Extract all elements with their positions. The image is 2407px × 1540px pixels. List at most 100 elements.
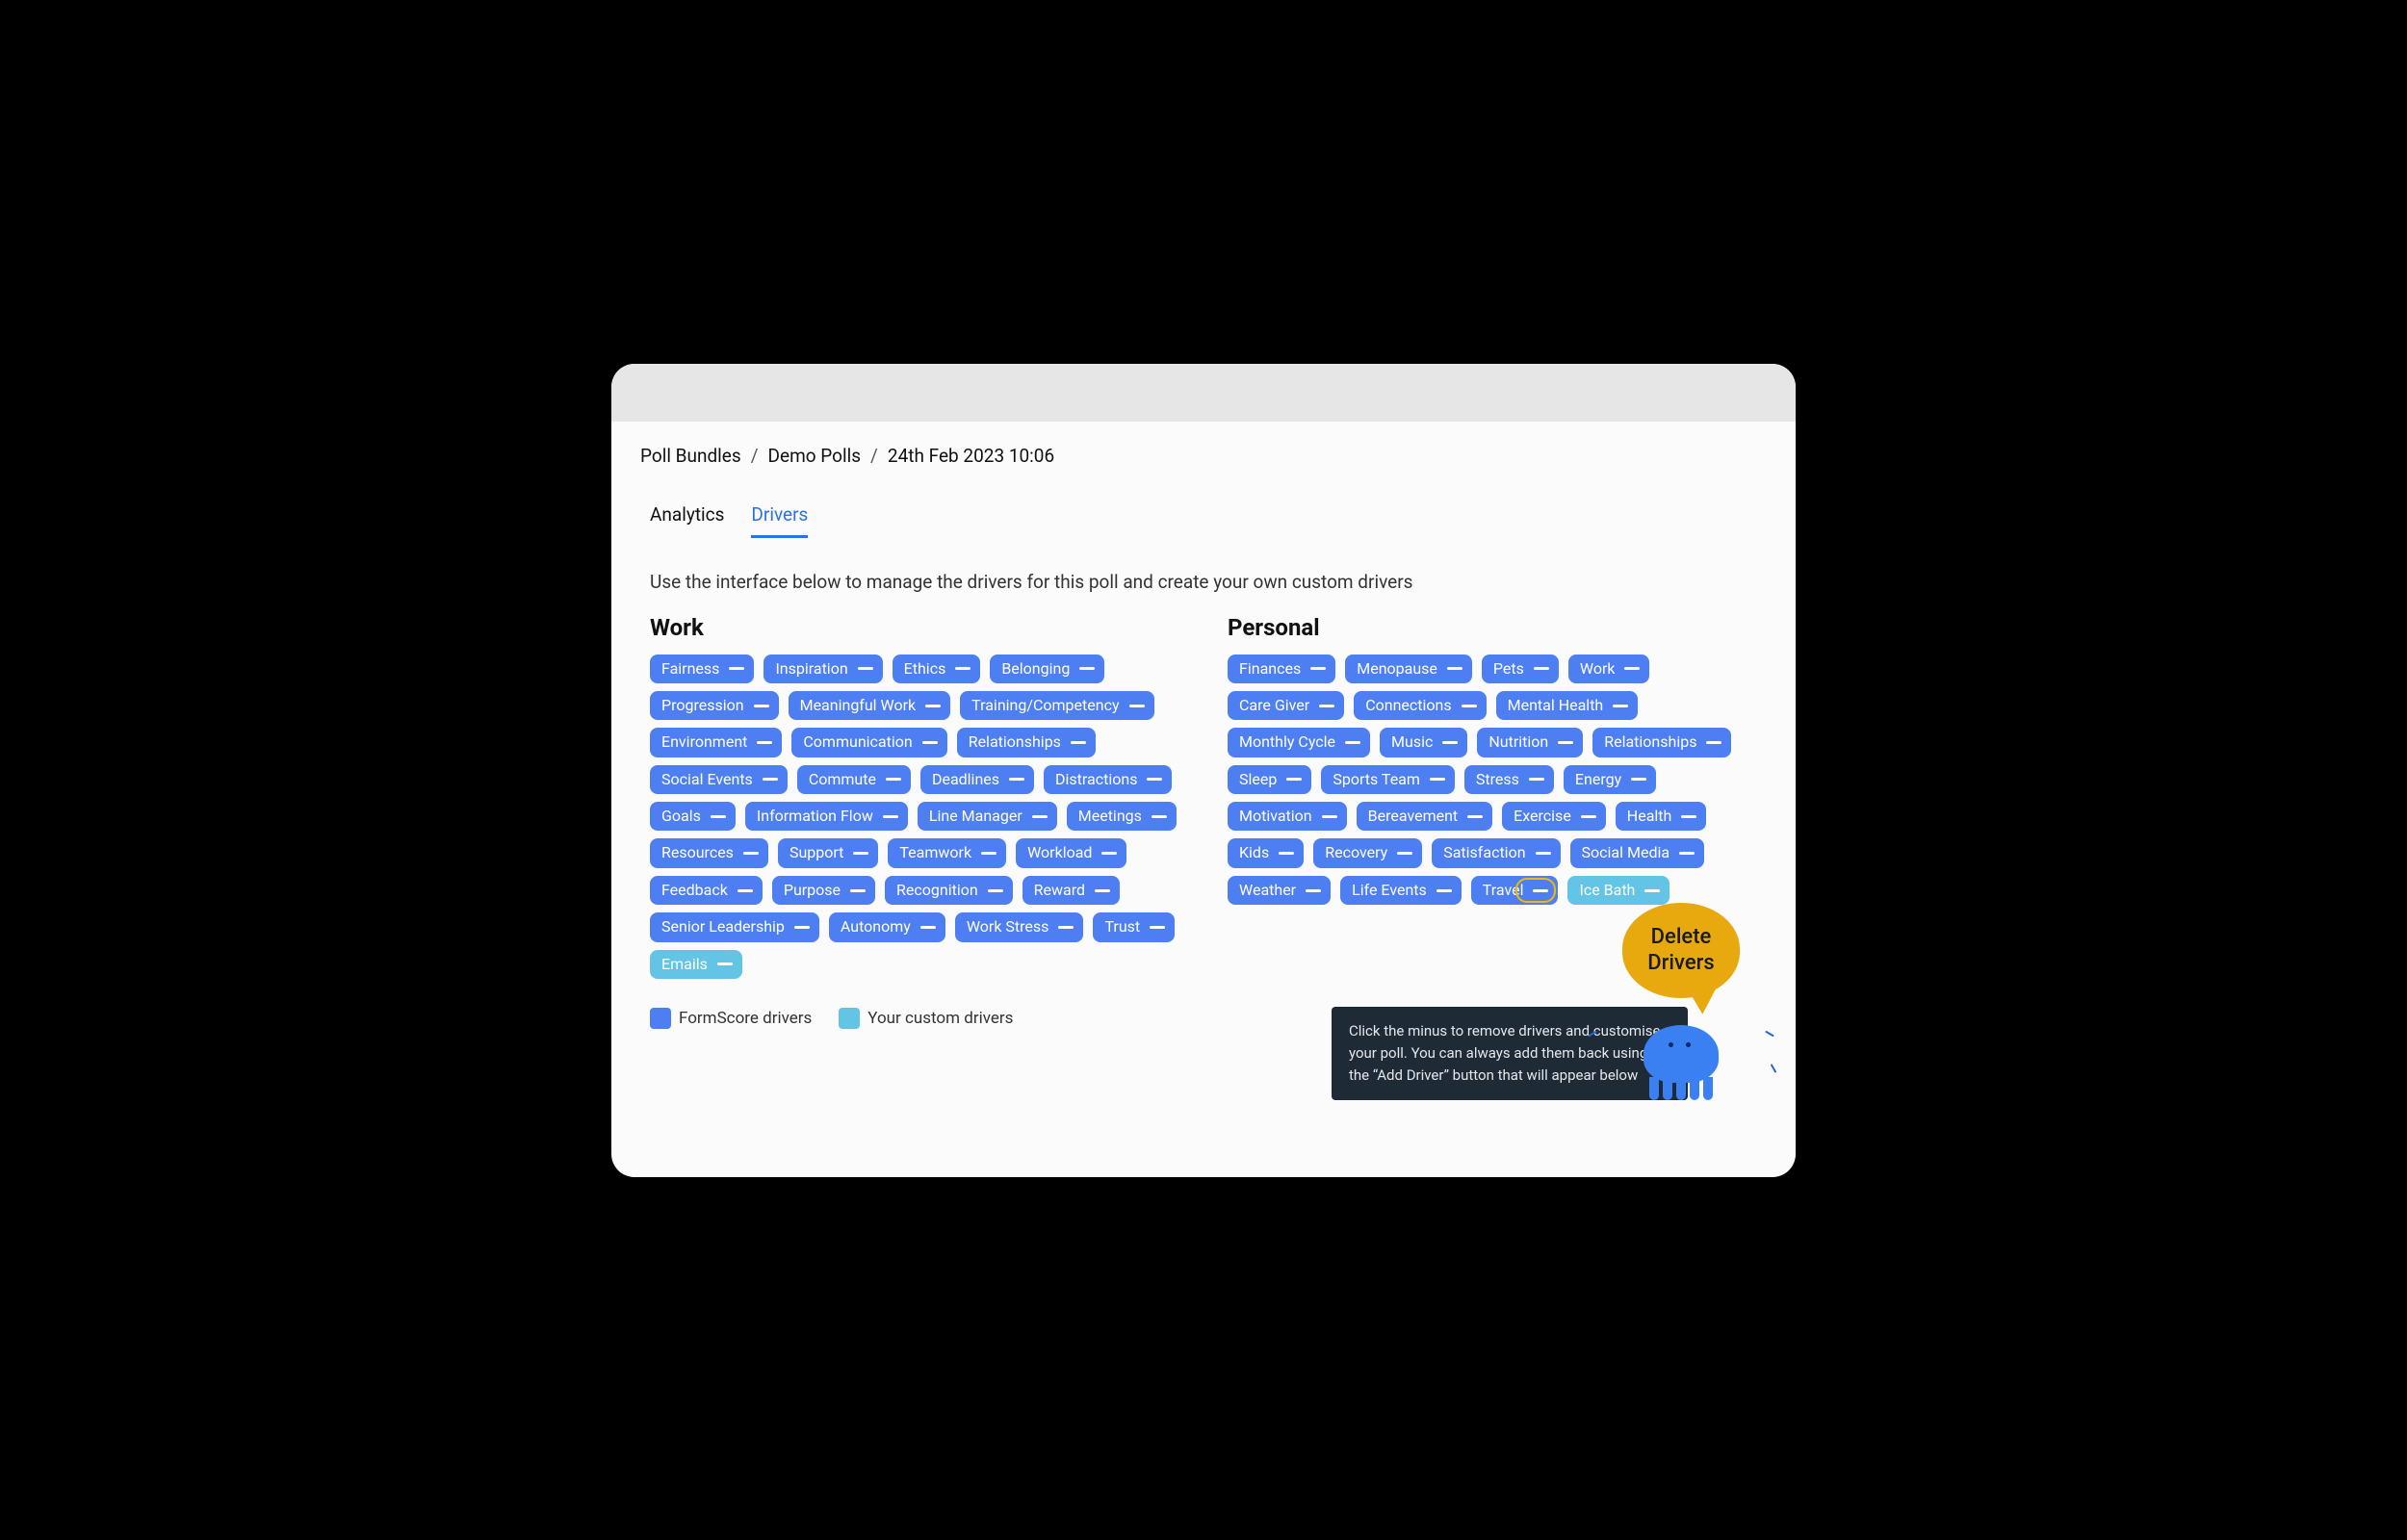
minus-icon[interactable] xyxy=(1310,667,1326,670)
minus-icon[interactable] xyxy=(1558,741,1573,744)
driver-pill[interactable]: Deadlines xyxy=(920,765,1034,794)
driver-pill[interactable]: Connections xyxy=(1354,691,1486,720)
minus-icon[interactable] xyxy=(729,667,744,670)
minus-icon[interactable] xyxy=(1536,852,1551,855)
driver-pill[interactable]: Emails xyxy=(650,950,742,979)
driver-pill[interactable]: Environment xyxy=(650,728,782,757)
driver-pill[interactable]: Relationships xyxy=(1592,728,1731,757)
minus-icon[interactable] xyxy=(1442,741,1458,744)
driver-pill[interactable]: Energy xyxy=(1564,765,1656,794)
driver-pill[interactable]: Meaningful Work xyxy=(789,691,951,720)
minus-icon[interactable] xyxy=(1681,815,1696,818)
driver-pill[interactable]: Pets xyxy=(1482,654,1559,683)
driver-pill[interactable]: Progression xyxy=(650,691,779,720)
minus-icon[interactable] xyxy=(711,815,726,818)
driver-pill[interactable]: Information Flow xyxy=(745,802,908,831)
driver-pill[interactable]: Resources xyxy=(650,838,768,867)
minus-icon[interactable] xyxy=(883,815,898,818)
driver-pill[interactable]: Line Manager xyxy=(918,802,1057,831)
minus-icon[interactable] xyxy=(794,926,810,929)
minus-icon[interactable] xyxy=(1129,705,1145,707)
minus-icon[interactable] xyxy=(886,778,901,781)
minus-icon[interactable] xyxy=(1529,778,1544,781)
minus-icon[interactable] xyxy=(1032,815,1048,818)
minus-icon[interactable] xyxy=(743,852,759,855)
driver-pill[interactable]: Stress xyxy=(1464,765,1554,794)
driver-pill[interactable]: Support xyxy=(778,838,878,867)
minus-icon[interactable] xyxy=(1397,852,1412,855)
minus-icon[interactable] xyxy=(922,741,938,744)
driver-pill[interactable]: Training/Competency xyxy=(960,691,1153,720)
minus-icon[interactable] xyxy=(1071,741,1086,744)
minus-icon[interactable] xyxy=(738,889,753,892)
minus-icon[interactable] xyxy=(850,889,866,892)
minus-icon[interactable] xyxy=(1322,815,1337,818)
minus-icon[interactable] xyxy=(1286,778,1302,781)
driver-pill[interactable]: Work Stress xyxy=(955,912,1084,941)
driver-pill[interactable]: Weather xyxy=(1228,876,1331,905)
driver-pill[interactable]: Distractions xyxy=(1044,765,1172,794)
minus-icon[interactable] xyxy=(1009,778,1024,781)
minus-icon[interactable] xyxy=(955,667,971,670)
driver-pill[interactable]: Feedback xyxy=(650,876,763,905)
minus-icon[interactable] xyxy=(1430,778,1445,781)
breadcrumb-item[interactable]: Demo Polls xyxy=(768,445,862,467)
minus-icon[interactable] xyxy=(1706,741,1721,744)
minus-icon[interactable] xyxy=(988,889,1003,892)
driver-pill[interactable]: Workload xyxy=(1016,838,1126,867)
minus-icon[interactable] xyxy=(1679,852,1695,855)
minus-icon[interactable] xyxy=(1147,778,1162,781)
minus-icon[interactable] xyxy=(1631,778,1646,781)
minus-icon[interactable] xyxy=(1079,667,1095,670)
driver-pill[interactable]: Mental Health xyxy=(1496,691,1639,720)
minus-icon[interactable] xyxy=(1345,741,1360,744)
driver-pill[interactable]: Exercise xyxy=(1502,802,1606,831)
minus-icon[interactable] xyxy=(1095,889,1110,892)
minus-icon[interactable] xyxy=(925,705,941,707)
driver-pill[interactable]: Travel xyxy=(1471,876,1559,905)
minus-icon[interactable] xyxy=(1101,852,1117,855)
minus-icon[interactable] xyxy=(1467,815,1483,818)
minus-icon[interactable] xyxy=(1447,667,1462,670)
driver-pill[interactable]: Meetings xyxy=(1067,802,1177,831)
minus-icon[interactable] xyxy=(1279,852,1294,855)
driver-pill[interactable]: Finances xyxy=(1228,654,1335,683)
driver-pill[interactable]: Satisfaction xyxy=(1432,838,1560,867)
driver-pill[interactable]: Health xyxy=(1616,802,1707,831)
minus-icon[interactable] xyxy=(1319,705,1334,707)
driver-pill[interactable]: Monthly Cycle xyxy=(1228,728,1370,757)
driver-pill[interactable]: Goals xyxy=(650,802,736,831)
driver-pill[interactable]: Care Giver xyxy=(1228,691,1344,720)
minus-icon[interactable] xyxy=(763,778,778,781)
driver-pill[interactable]: Kids xyxy=(1228,838,1304,867)
driver-pill[interactable]: Communication xyxy=(791,728,946,757)
driver-pill[interactable]: Work xyxy=(1568,654,1650,683)
driver-pill[interactable]: Recovery xyxy=(1313,838,1422,867)
driver-pill[interactable]: Trust xyxy=(1093,912,1175,941)
driver-pill[interactable]: Inspiration xyxy=(764,654,882,683)
driver-pill[interactable]: Recognition xyxy=(885,876,1013,905)
minus-icon[interactable] xyxy=(920,926,936,929)
driver-pill[interactable]: Menopause xyxy=(1345,654,1472,683)
minus-icon[interactable] xyxy=(1624,667,1640,670)
driver-pill[interactable]: Life Events xyxy=(1340,876,1462,905)
minus-icon[interactable] xyxy=(1462,705,1477,707)
driver-pill[interactable]: Senior Leadership xyxy=(650,912,819,941)
minus-icon[interactable] xyxy=(1306,889,1321,892)
minus-icon[interactable] xyxy=(1152,815,1167,818)
driver-pill[interactable]: Teamwork xyxy=(888,838,1006,867)
breadcrumb-item[interactable]: Poll Bundles xyxy=(640,445,741,467)
tab-drivers[interactable]: Drivers xyxy=(751,503,808,538)
minus-icon[interactable] xyxy=(981,852,996,855)
driver-pill[interactable]: Fairness xyxy=(650,654,754,683)
minus-icon[interactable] xyxy=(1150,926,1165,929)
minus-icon[interactable] xyxy=(1436,889,1452,892)
minus-icon[interactable] xyxy=(1534,667,1549,670)
minus-icon[interactable] xyxy=(1613,705,1628,707)
driver-pill[interactable]: Ethics xyxy=(893,654,981,683)
minus-icon[interactable] xyxy=(1644,889,1660,892)
driver-pill[interactable]: Autonomy xyxy=(829,912,945,941)
driver-pill[interactable]: Bereavement xyxy=(1357,802,1493,831)
driver-pill[interactable]: Social Events xyxy=(650,765,788,794)
driver-pill[interactable]: Commute xyxy=(797,765,911,794)
